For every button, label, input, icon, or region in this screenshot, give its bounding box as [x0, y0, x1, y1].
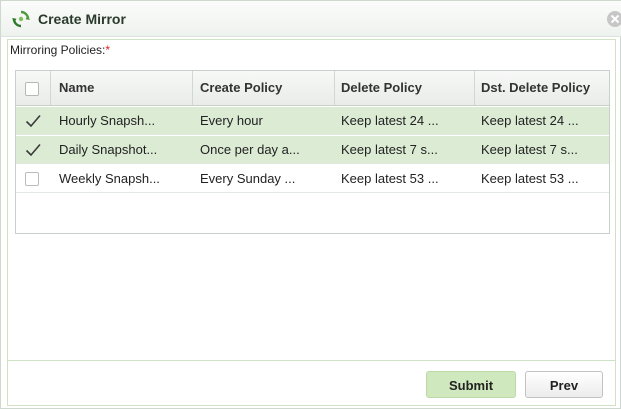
- cell-dst-delete-policy: Keep latest 53 ...: [481, 171, 579, 186]
- cell-create-policy: Every hour: [200, 113, 263, 128]
- column-header-delete-policy[interactable]: Delete Policy: [341, 71, 471, 105]
- column-header-create-policy[interactable]: Create Policy: [200, 71, 330, 105]
- select-all-checkbox[interactable]: [25, 82, 39, 96]
- column-header-dst-delete-policy[interactable]: Dst. Delete Policy: [481, 71, 609, 105]
- row-checkbox-checked[interactable]: [25, 143, 41, 157]
- create-mirror-dialog: Create Mirror Mirroring Policies:* Name …: [0, 0, 621, 409]
- dialog-titlebar: Create Mirror: [1, 1, 621, 37]
- table-row[interactable]: Daily Snapshot... Once per day a... Keep…: [16, 136, 609, 164]
- mirroring-policies-text: Mirroring Policies:: [10, 43, 106, 57]
- cell-name: Weekly Snapsh...: [59, 171, 160, 186]
- dialog-footer: Submit Prev: [8, 360, 615, 405]
- cell-name: Daily Snapshot...: [59, 142, 158, 157]
- submit-button[interactable]: Submit: [426, 371, 516, 398]
- row-checkbox-checked[interactable]: [25, 114, 41, 128]
- table-row[interactable]: Weekly Snapsh... Every Sunday ... Keep l…: [16, 165, 609, 193]
- cell-delete-policy: Keep latest 7 s...: [341, 142, 438, 157]
- prev-button[interactable]: Prev: [525, 371, 603, 398]
- required-marker: *: [105, 43, 111, 57]
- cell-dst-delete-policy: Keep latest 7 s...: [481, 142, 578, 157]
- close-icon[interactable]: [607, 11, 621, 27]
- policies-table: Name Create Policy Delete Policy Dst. De…: [15, 70, 610, 234]
- cell-create-policy: Once per day a...: [200, 142, 300, 157]
- cell-dst-delete-policy: Keep latest 24 ...: [481, 113, 579, 128]
- table-header: Name Create Policy Delete Policy Dst. De…: [16, 71, 609, 106]
- cell-delete-policy: Keep latest 24 ...: [341, 113, 439, 128]
- cell-name: Hourly Snapsh...: [59, 113, 156, 128]
- column-header-name[interactable]: Name: [59, 71, 189, 105]
- dialog-title: Create Mirror: [38, 11, 126, 27]
- recycle-arrows-icon: [12, 10, 30, 28]
- row-checkbox-unchecked[interactable]: [25, 172, 39, 186]
- cell-create-policy: Every Sunday ...: [200, 171, 296, 186]
- mirroring-policies-label: Mirroring Policies:*: [10, 43, 110, 57]
- cell-delete-policy: Keep latest 53 ...: [341, 171, 439, 186]
- table-row[interactable]: Hourly Snapsh... Every hour Keep latest …: [16, 107, 609, 135]
- dialog-body: Mirroring Policies:* Name Create Policy …: [7, 39, 616, 406]
